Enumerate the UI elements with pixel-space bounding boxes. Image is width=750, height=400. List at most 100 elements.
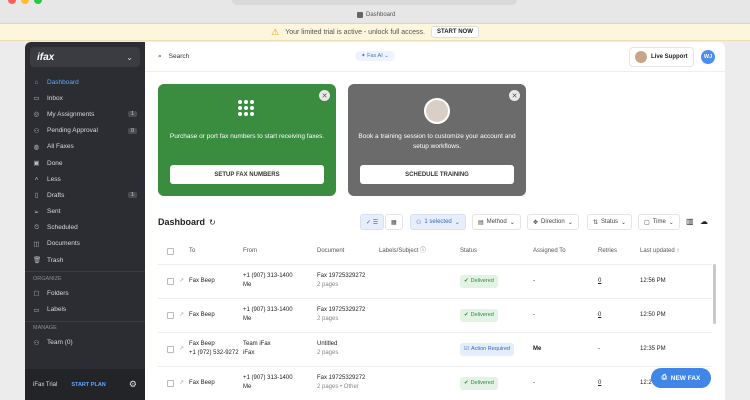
sidebar-item-label: My Assignments bbox=[47, 110, 95, 118]
sidebar-item-done[interactable]: ▣ Done bbox=[25, 155, 145, 171]
user-avatar[interactable]: WJ bbox=[701, 50, 715, 64]
status-label: Delivered bbox=[470, 379, 494, 386]
direction-arrow-icon: ↗ bbox=[179, 379, 185, 386]
document-name[interactable]: Fax 19725329272 bbox=[317, 375, 365, 381]
table-row[interactable]: ↗ Fax Beep +1 (972) 532-9272 Team iFax iFax U… bbox=[158, 332, 712, 365]
sidebar-item-team-0[interactable]: ⚇ Team (0) bbox=[25, 335, 145, 351]
sidebar-item-my-assignments[interactable]: ◎ My Assignments 1 bbox=[25, 106, 145, 122]
time-filter[interactable]: ▢ Time ⌄ bbox=[638, 214, 680, 230]
info-icon: ⓘ bbox=[420, 247, 427, 254]
last-updated-time: 12:35 PM bbox=[640, 345, 666, 352]
team-icon: ⚇ bbox=[33, 339, 40, 347]
new-fax-button[interactable]: ⎙ NEW FAX bbox=[651, 368, 711, 388]
select-all-checkbox[interactable] bbox=[167, 247, 174, 255]
sidebar-item-scheduled[interactable]: ⏲ Scheduled bbox=[25, 220, 145, 236]
table-row[interactable]: ↗ Fax Beep +1 (907) 313-1400 Me Fax 19725329… bbox=[158, 366, 712, 399]
sidebar-item-less[interactable]: ˄ Less bbox=[25, 171, 145, 187]
sidebar-item-documents[interactable]: ◫ Documents bbox=[25, 236, 145, 252]
row-checkbox[interactable] bbox=[167, 379, 174, 387]
status-filter[interactable]: ⇅ Status ⌄ bbox=[587, 214, 633, 230]
retries-count: 0 bbox=[598, 379, 602, 386]
sidebar-item-folders[interactable]: ▢ Folders bbox=[25, 285, 145, 301]
col-from[interactable]: From bbox=[243, 247, 257, 256]
col-labels-subject[interactable]: Labels/Subject ⓘ bbox=[379, 247, 426, 256]
search-input[interactable]: Search bbox=[169, 53, 190, 60]
method-filter[interactable]: ▤ Method ⌄ bbox=[472, 214, 521, 230]
sidebar-item-sent[interactable]: ➢ Sent bbox=[25, 204, 145, 220]
direction-filter-label: Direction bbox=[541, 219, 565, 225]
browser-chrome: Dashboard bbox=[0, 0, 750, 24]
count-badge: 0 bbox=[127, 127, 137, 134]
col-assigned-to[interactable]: Assigned To bbox=[533, 247, 566, 256]
setup-fax-numbers-button[interactable]: SETUP FAX NUMBERS bbox=[170, 165, 324, 184]
col-status[interactable]: Status bbox=[460, 247, 477, 256]
list-view-toggle[interactable]: ✓ ☰ bbox=[360, 214, 385, 230]
keypad-icon bbox=[238, 100, 254, 116]
row-checkbox[interactable] bbox=[167, 311, 174, 319]
sidebar-item-drafts[interactable]: ▯ Drafts 1 bbox=[25, 187, 145, 203]
manage-section-label: MANAGE bbox=[25, 320, 145, 335]
close-icon[interactable]: ✕ bbox=[319, 90, 330, 101]
start-plan-button[interactable]: START PLAN bbox=[71, 382, 105, 388]
status-label: Action Required bbox=[470, 345, 511, 352]
to-name: Fax Beep bbox=[189, 311, 215, 318]
status-badge: ✔ Delivered bbox=[460, 274, 498, 288]
document-name[interactable]: Untitled bbox=[317, 341, 337, 347]
table-scrollbar[interactable] bbox=[713, 264, 716, 324]
close-icon[interactable]: ✕ bbox=[509, 90, 520, 101]
trial-banner: ⚠ Your limited trial is active - unlock … bbox=[0, 24, 750, 41]
sidebar-footer: iFax Trial START PLAN ⚙ bbox=[25, 369, 145, 400]
from-number: +1 (907) 313-1400 bbox=[243, 307, 293, 313]
status-badge: ✔ Delivered bbox=[460, 376, 498, 390]
sidebar-item-all-faxes[interactable]: ◍ All Faxes bbox=[25, 139, 145, 155]
trainer-avatar bbox=[424, 98, 450, 124]
cloud-icon[interactable]: ☁ bbox=[700, 217, 708, 226]
sidebar-item-labels[interactable]: ▭ Labels bbox=[25, 301, 145, 317]
warning-icon: ⚠ bbox=[271, 26, 280, 37]
fax-ai-button[interactable]: ✦ Fax AI ⌄ bbox=[355, 51, 395, 61]
col-last-updated[interactable]: Last updated ↑ bbox=[640, 247, 679, 256]
direction-filter[interactable]: ✥ Direction ⌄ bbox=[527, 214, 579, 230]
table-row[interactable]: ↗ Fax Beep +1 (907) 313-1400 Me Fax 19725329… bbox=[158, 264, 712, 297]
workspace-switcher[interactable]: ifax ⌄ bbox=[30, 47, 140, 67]
last-updated-time: 12:2 bbox=[640, 379, 652, 386]
sidebar-item-trash[interactable]: 🗑 Trash bbox=[25, 252, 145, 268]
live-support-button[interactable]: Live Support bbox=[629, 47, 694, 67]
status-label: Delivered bbox=[470, 277, 494, 284]
col-document[interactable]: Document bbox=[317, 247, 344, 256]
assigned-to: - bbox=[533, 311, 535, 318]
minimize-window-button[interactable] bbox=[21, 0, 29, 4]
assigned-to: - bbox=[533, 277, 535, 284]
schedule-training-button[interactable]: SCHEDULE TRAINING bbox=[360, 165, 514, 184]
grid-view-toggle[interactable]: ▦ bbox=[385, 214, 403, 230]
window-controls bbox=[8, 0, 42, 4]
address-bar[interactable] bbox=[232, 0, 517, 5]
close-window-button[interactable] bbox=[8, 0, 16, 4]
direction-arrow-icon: ↗ bbox=[179, 345, 185, 352]
retries-count: 0 bbox=[598, 277, 602, 284]
sidebar-item-inbox[interactable]: ▭ Inbox bbox=[25, 90, 145, 106]
sidebar-item-label: Team (0) bbox=[47, 339, 73, 347]
columns-icon[interactable]: ▥ bbox=[686, 217, 694, 226]
scheduled-icon: ⏲ bbox=[33, 223, 40, 231]
sidebar-item-label: Less bbox=[47, 175, 61, 183]
browser-tab[interactable]: Dashboard bbox=[357, 12, 395, 18]
row-checkbox[interactable] bbox=[167, 277, 174, 285]
trial-message: Your limited trial is active - unlock fu… bbox=[285, 28, 425, 36]
document-name[interactable]: Fax 19725329272 bbox=[317, 273, 365, 279]
col-to[interactable]: To bbox=[189, 247, 195, 256]
gear-icon[interactable]: ⚙ bbox=[129, 379, 137, 390]
col-retries[interactable]: Retries bbox=[598, 247, 617, 256]
document-name[interactable]: Fax 19725329272 bbox=[317, 307, 365, 313]
maximize-window-button[interactable] bbox=[34, 0, 42, 4]
selection-filter[interactable]: ⚇ 1 selected ⌄ bbox=[410, 214, 466, 230]
row-checkbox[interactable] bbox=[167, 345, 174, 353]
sidebar-item-pending-approval[interactable]: ⚇ Pending Approval 0 bbox=[25, 123, 145, 139]
search-box[interactable]: ⌕ Search bbox=[158, 53, 189, 61]
status-icon: ✔ bbox=[464, 311, 469, 318]
start-now-button[interactable]: START NOW bbox=[430, 26, 479, 38]
refresh-icon[interactable]: ↻ bbox=[209, 218, 216, 227]
table-row[interactable]: ↗ Fax Beep +1 (907) 313-1400 Me Fax 19725329… bbox=[158, 298, 712, 331]
last-updated-time: 12:56 PM bbox=[640, 277, 666, 284]
sidebar-item-dashboard[interactable]: ⌂ Dashboard bbox=[25, 74, 145, 90]
